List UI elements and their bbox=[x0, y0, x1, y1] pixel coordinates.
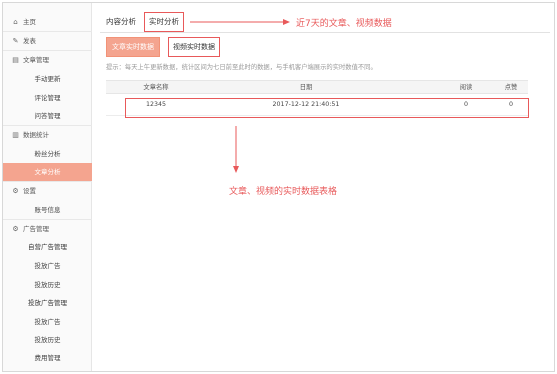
arrow-top-head bbox=[283, 19, 290, 25]
arrow-down-head bbox=[233, 166, 239, 173]
annotation-top: 近7天的文章、视频数据 bbox=[296, 19, 392, 29]
annotation-bottom: 文章、视频的实时数据表格 bbox=[229, 187, 338, 197]
